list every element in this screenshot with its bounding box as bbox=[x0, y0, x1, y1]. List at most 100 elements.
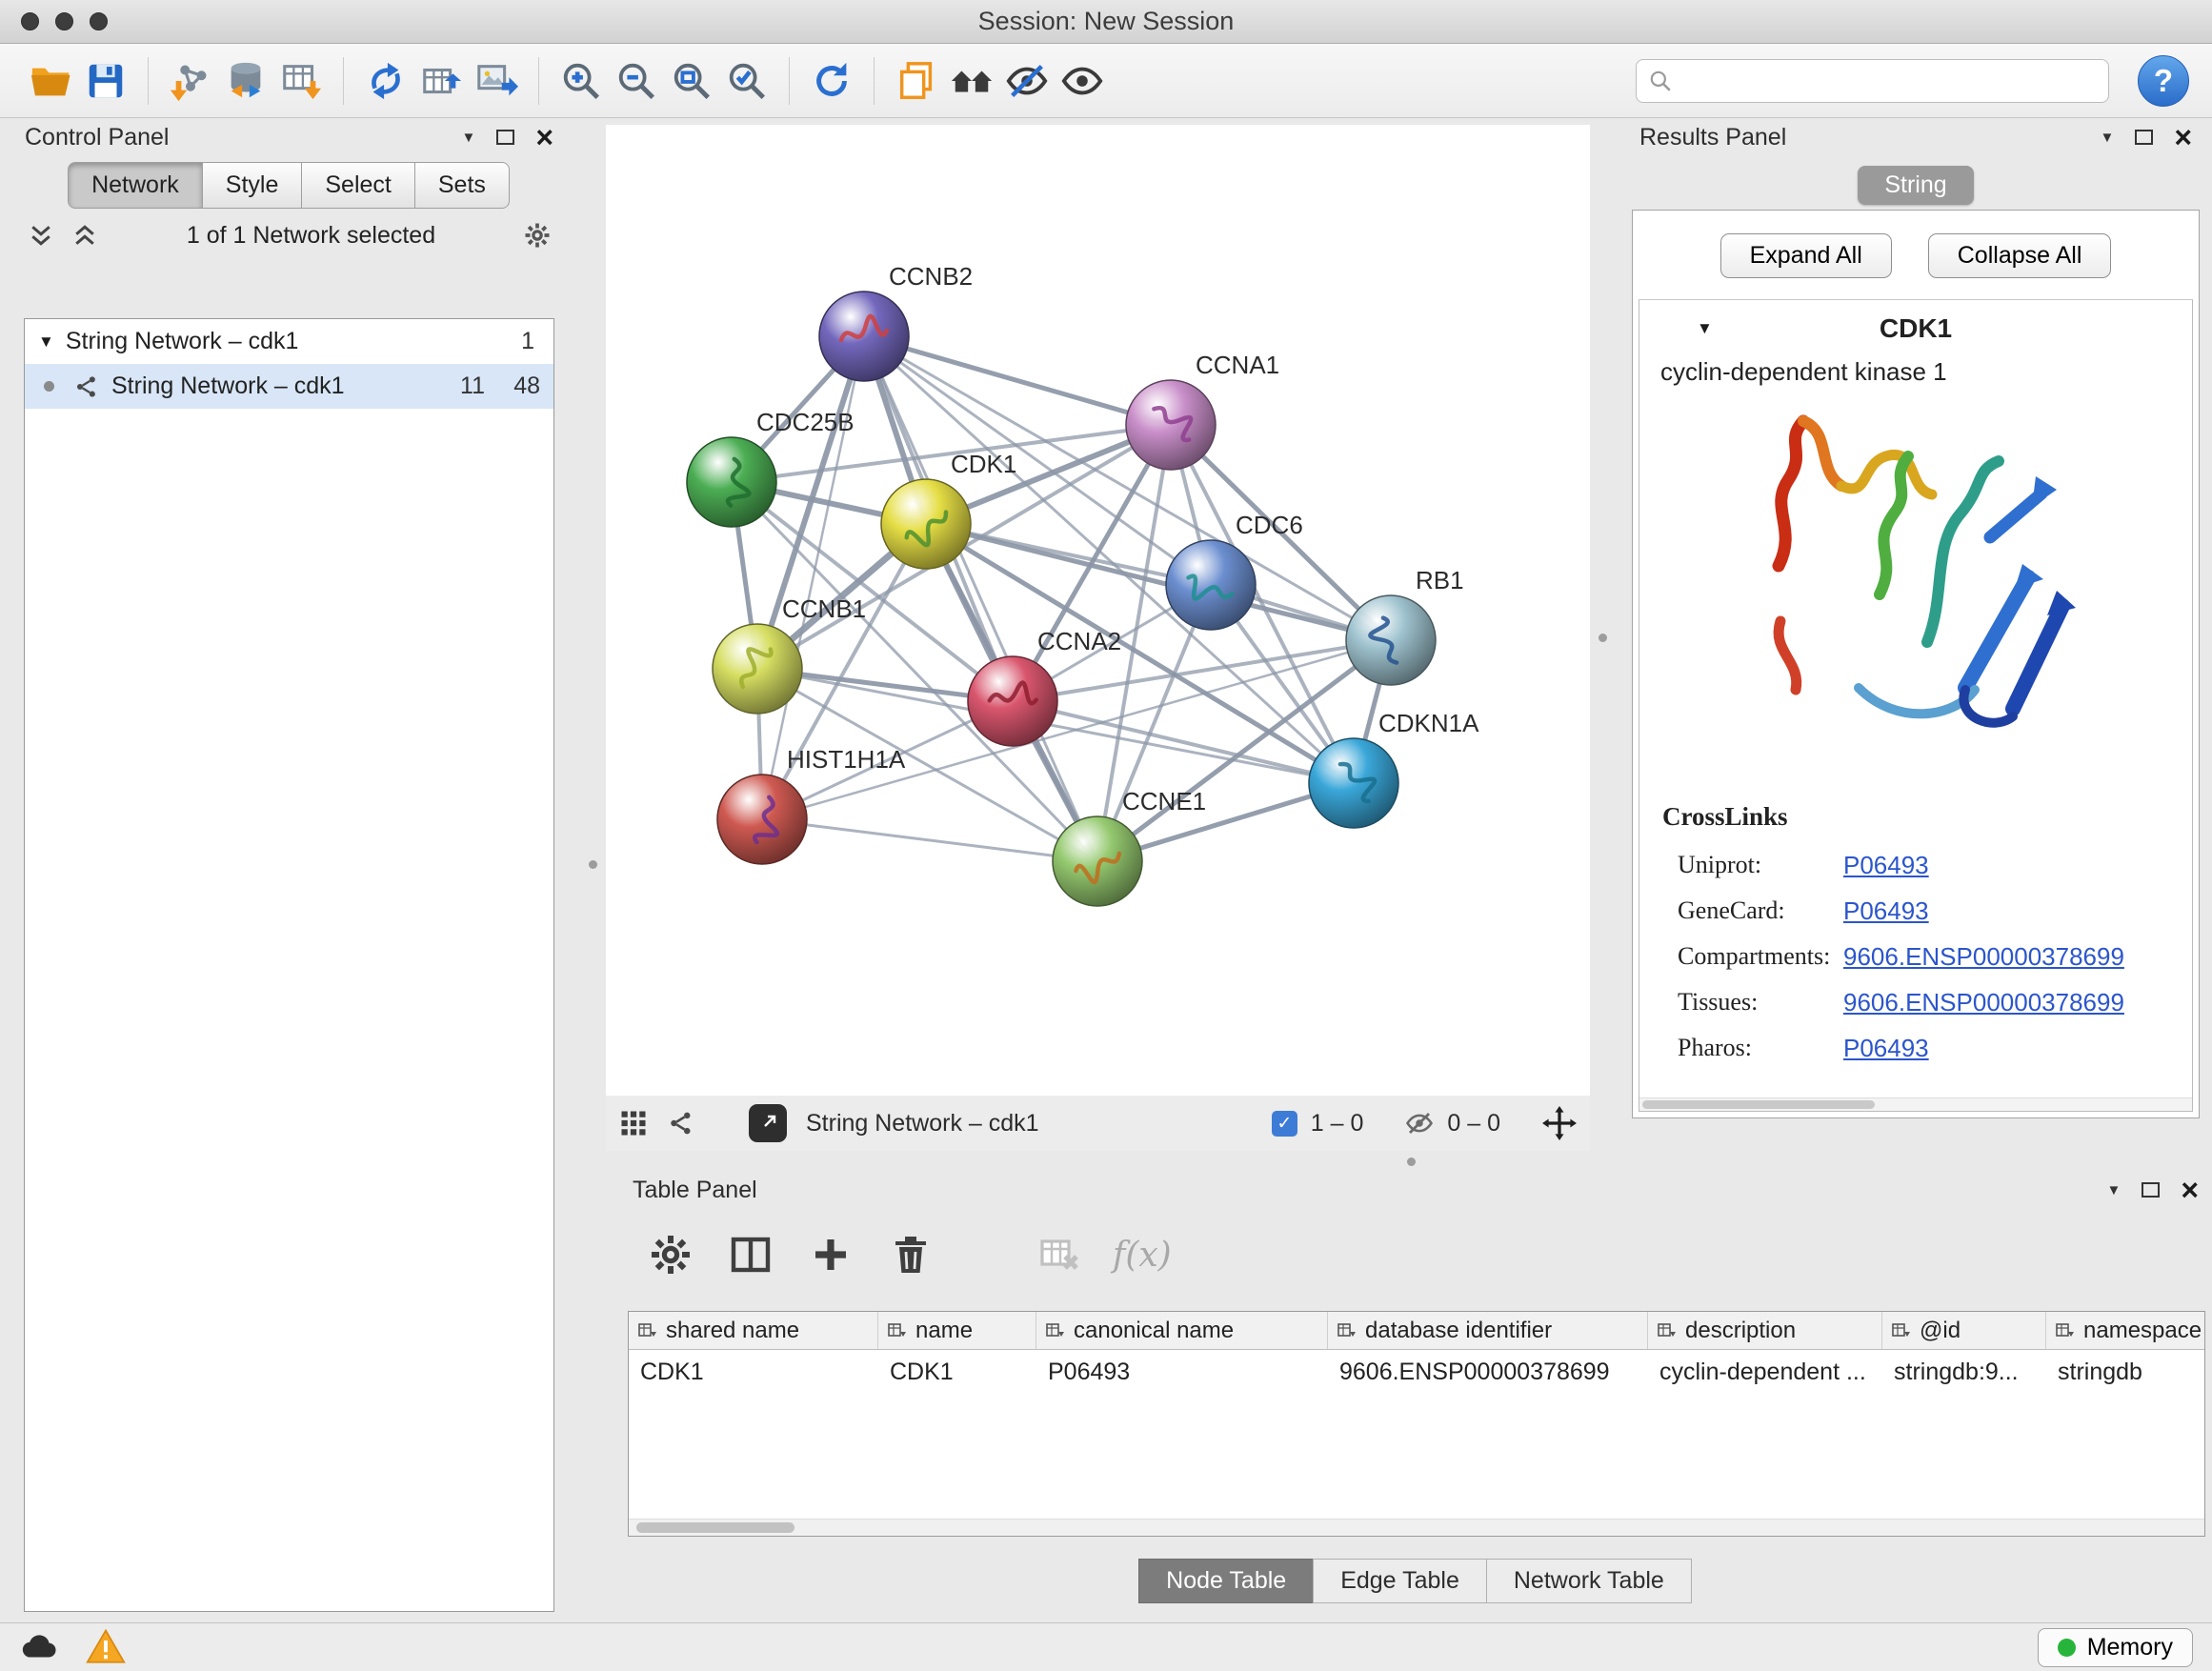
delete-column-button[interactable] bbox=[884, 1228, 937, 1281]
string-tab-badge[interactable]: String bbox=[1858, 166, 1973, 205]
cloud-status-button[interactable] bbox=[19, 1627, 59, 1667]
refresh-view-button[interactable] bbox=[804, 53, 859, 109]
network-row[interactable]: String Network – cdk1 11 48 bbox=[25, 364, 553, 409]
function-builder-button[interactable]: f(x) bbox=[1113, 1236, 1172, 1275]
show-columns-button[interactable] bbox=[724, 1228, 777, 1281]
network-node-CDK1[interactable] bbox=[881, 479, 971, 569]
open-view-in-window-button[interactable] bbox=[749, 1104, 787, 1142]
results-horizontal-scrollbar[interactable] bbox=[1639, 1097, 2192, 1111]
birdseye-view-icon[interactable] bbox=[619, 1109, 648, 1137]
create-column-button[interactable] bbox=[804, 1228, 857, 1281]
table-cell[interactable]: 9606.ENSP00000378699 bbox=[1328, 1350, 1648, 1392]
show-all-button[interactable] bbox=[1055, 53, 1110, 109]
panel-float-icon[interactable] bbox=[2135, 130, 2153, 145]
table-cell[interactable]: cyclin-dependent ... bbox=[1648, 1350, 1882, 1392]
import-network-file-button[interactable] bbox=[163, 53, 218, 109]
table-settings-button[interactable] bbox=[644, 1228, 697, 1281]
import-table-button[interactable] bbox=[273, 53, 329, 109]
panel-menu-icon[interactable]: ▼ bbox=[461, 130, 475, 146]
string-network-icon[interactable] bbox=[667, 1109, 695, 1137]
network-edge-HIST1H1A-CCNE1[interactable] bbox=[762, 819, 1097, 861]
network-node-CDC6[interactable] bbox=[1166, 540, 1256, 630]
network-node-RB1[interactable] bbox=[1346, 595, 1436, 685]
tab-select[interactable]: Select bbox=[301, 162, 414, 209]
hidden-eye-icon[interactable] bbox=[1405, 1109, 1434, 1137]
tab-sets[interactable]: Sets bbox=[414, 162, 510, 209]
import-network-database-button[interactable] bbox=[218, 53, 273, 109]
column-header-shared-name[interactable]: shared name bbox=[629, 1312, 878, 1349]
crosslink-value-link[interactable]: 9606.ENSP00000378699 bbox=[1843, 942, 2124, 971]
delete-table-button[interactable] bbox=[1033, 1228, 1086, 1281]
zoom-in-button[interactable] bbox=[553, 53, 609, 109]
table-horizontal-scrollbar[interactable] bbox=[629, 1519, 2204, 1536]
collapse-all-tree-icon[interactable] bbox=[70, 221, 99, 250]
table-cell[interactable]: CDK1 bbox=[629, 1350, 878, 1392]
collapse-all-button[interactable]: Collapse All bbox=[1928, 233, 2112, 278]
close-window-button[interactable] bbox=[21, 12, 39, 30]
maximize-window-button[interactable] bbox=[90, 12, 108, 30]
network-node-CCNB1[interactable] bbox=[713, 624, 802, 714]
panel-close-icon[interactable]: × bbox=[535, 122, 553, 152]
minimize-window-button[interactable] bbox=[55, 12, 73, 30]
expand-arrow-icon[interactable]: ▼ bbox=[38, 332, 54, 352]
network-edge-CCNB2-CCNA1[interactable] bbox=[864, 336, 1171, 425]
search-box[interactable] bbox=[1636, 59, 2109, 103]
save-session-button[interactable] bbox=[78, 53, 133, 109]
gear-icon[interactable] bbox=[523, 221, 552, 250]
network-node-CDKN1A[interactable] bbox=[1309, 738, 1398, 828]
pan-crosshair-icon[interactable] bbox=[1542, 1106, 1577, 1140]
table-cell[interactable]: P06493 bbox=[1036, 1350, 1328, 1392]
expand-all-button[interactable]: Expand All bbox=[1720, 233, 1892, 278]
memory-button[interactable]: Memory bbox=[2038, 1628, 2193, 1667]
panel-close-icon[interactable]: × bbox=[2174, 122, 2192, 152]
panel-menu-icon[interactable]: ▼ bbox=[2106, 1182, 2121, 1198]
panel-close-icon[interactable]: × bbox=[2181, 1175, 2199, 1205]
panel-menu-icon[interactable]: ▼ bbox=[2100, 130, 2114, 146]
new-network-from-table-button[interactable] bbox=[413, 53, 469, 109]
tab-network-table[interactable]: Network Table bbox=[1486, 1559, 1692, 1603]
panel-splitter-handle[interactable] bbox=[589, 860, 597, 869]
panel-float-icon[interactable] bbox=[2142, 1182, 2160, 1198]
network-edge-CDK1-RB1[interactable] bbox=[926, 524, 1391, 640]
table-row[interactable]: CDK1CDK1P064939606.ENSP00000378699cyclin… bbox=[629, 1350, 2204, 1392]
scrollbar-thumb[interactable] bbox=[636, 1522, 794, 1533]
protein-section-header[interactable]: ▼ CDK1 bbox=[1639, 300, 2192, 357]
zoom-selected-button[interactable] bbox=[719, 53, 774, 109]
warnings-button[interactable] bbox=[86, 1627, 126, 1667]
home-views-button[interactable] bbox=[944, 53, 999, 109]
tab-style[interactable]: Style bbox=[202, 162, 303, 209]
zoom-out-button[interactable] bbox=[609, 53, 664, 109]
tab-node-table[interactable]: Node Table bbox=[1138, 1559, 1314, 1603]
tab-edge-table[interactable]: Edge Table bbox=[1313, 1559, 1487, 1603]
column-header-database-identifier[interactable]: database identifier bbox=[1328, 1312, 1648, 1349]
column-header-namespace[interactable]: namespace bbox=[2046, 1312, 2205, 1349]
network-edge-CCNB2-CCNE1[interactable] bbox=[864, 336, 1097, 861]
table-cell[interactable]: stringdb:9... bbox=[1882, 1350, 2046, 1392]
network-node-CCNA2[interactable] bbox=[968, 656, 1057, 746]
table-cell[interactable]: stringdb bbox=[2046, 1350, 2205, 1392]
open-session-button[interactable] bbox=[23, 53, 78, 109]
duplicate-document-button[interactable] bbox=[889, 53, 944, 109]
network-merge-button[interactable] bbox=[358, 53, 413, 109]
crosslink-value-link[interactable]: 9606.ENSP00000378699 bbox=[1843, 988, 2124, 1017]
tab-network[interactable]: Network bbox=[68, 162, 203, 209]
zoom-fit-button[interactable] bbox=[664, 53, 719, 109]
network-collection-row[interactable]: ▼ String Network – cdk1 1 bbox=[25, 319, 553, 364]
network-node-CCNE1[interactable] bbox=[1053, 816, 1142, 906]
network-node-CCNA1[interactable] bbox=[1126, 380, 1216, 470]
expand-all-tree-icon[interactable] bbox=[27, 221, 55, 250]
export-image-button[interactable] bbox=[469, 53, 524, 109]
network-node-CCNB2[interactable] bbox=[819, 292, 909, 381]
crosslink-value-link[interactable]: P06493 bbox=[1843, 851, 1929, 879]
network-canvas[interactable]: CCNB2CCNA1CDC25BCDK1CDC6RB1CCNB1CCNA2CDK… bbox=[606, 125, 1590, 1096]
crosslink-value-link[interactable]: P06493 bbox=[1843, 896, 1929, 925]
crosslink-value-link[interactable]: P06493 bbox=[1843, 1034, 1929, 1062]
help-button[interactable]: ? bbox=[2138, 55, 2189, 107]
network-node-HIST1H1A[interactable] bbox=[717, 775, 807, 864]
table-cell[interactable]: CDK1 bbox=[878, 1350, 1036, 1392]
column-header--id[interactable]: @id bbox=[1882, 1312, 2046, 1349]
column-header-name[interactable]: name bbox=[878, 1312, 1036, 1349]
panel-splitter-handle[interactable] bbox=[1407, 1158, 1416, 1166]
collapse-arrow-icon[interactable]: ▼ bbox=[1697, 319, 1713, 338]
panel-float-icon[interactable] bbox=[496, 130, 514, 145]
